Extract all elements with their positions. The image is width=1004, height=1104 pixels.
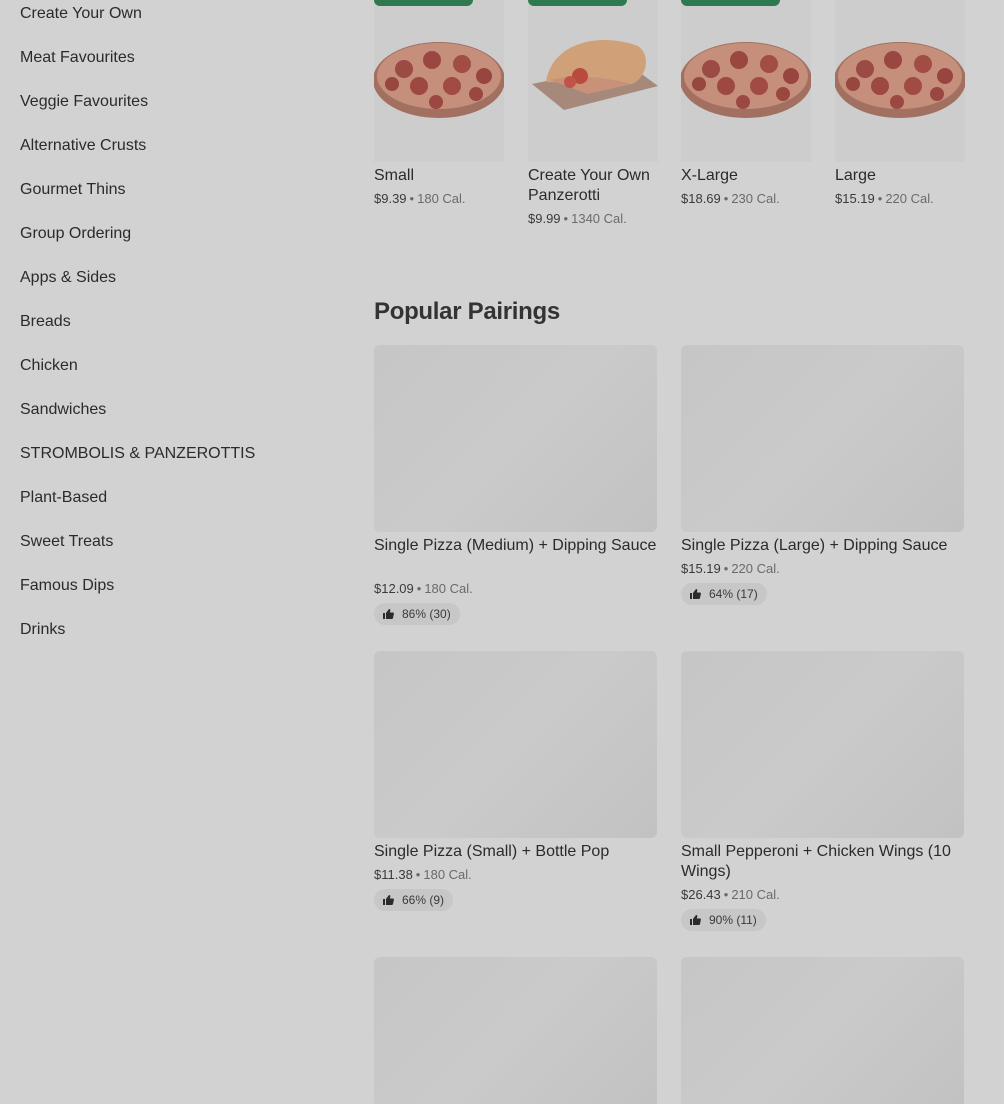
rating-text: 86% (30) — [402, 607, 451, 621]
product-price: $9.99 — [528, 211, 561, 226]
pizza-image — [835, 42, 965, 118]
product-image — [835, 0, 965, 162]
product-image — [528, 0, 658, 162]
pairing-image[interactable] — [681, 957, 964, 1104]
product-image — [374, 0, 504, 162]
pairing-image[interactable] — [374, 651, 657, 838]
meta-separator: • — [409, 191, 415, 206]
sidebar-item-strombolis-panzerottis[interactable]: STROMBOLIS & PANZEROTTIS — [20, 444, 255, 464]
thumbs-up-icon — [690, 589, 701, 599]
pairing-name[interactable]: Single Pizza (Large) + Dipping Sauce — [681, 536, 971, 556]
product-badge — [681, 0, 780, 6]
sidebar-item-sandwiches[interactable]: Sandwiches — [20, 400, 106, 420]
pairing-price: $15.19 — [681, 561, 721, 576]
sidebar-item-gourmet-thins[interactable]: Gourmet Thins — [20, 180, 126, 200]
sidebar-item-plant-based[interactable]: Plant-Based — [20, 488, 107, 508]
rating-badge: 86% (30) — [374, 603, 460, 625]
meta-separator: • — [723, 887, 729, 902]
pairing-name[interactable]: Single Pizza (Medium) + Dipping Sauce — [374, 536, 664, 556]
pairing-calories: 180 Cal. — [423, 867, 472, 882]
rating-badge: 66% (9) — [374, 889, 454, 911]
sidebar-item-chicken[interactable]: Chicken — [20, 356, 78, 376]
rating-badge: 64% (17) — [681, 583, 767, 605]
sidebar-item-meat-favourites[interactable]: Meat Favourites — [20, 48, 135, 68]
sidebar-item-breads[interactable]: Breads — [20, 312, 71, 332]
pairing-name[interactable]: Single Pizza (Small) + Bottle Pop — [374, 842, 664, 862]
pairing-meta: $11.38 • 180 Cal. — [374, 867, 472, 882]
pairing-calories: 180 Cal. — [424, 581, 473, 596]
product-image — [681, 0, 811, 162]
panzerotti-image — [532, 40, 658, 110]
product-meta: $15.19 • 220 Cal. — [835, 191, 934, 206]
product-name: Create Your Own Panzerotti — [528, 167, 650, 204]
sidebar-item-alternative-crusts[interactable]: Alternative Crusts — [20, 136, 146, 156]
pairing-image[interactable] — [374, 957, 657, 1104]
sidebar-item-group-ordering[interactable]: Group Ordering — [20, 224, 131, 244]
product-badge — [528, 0, 627, 6]
rating-text: 66% (9) — [402, 893, 445, 907]
rating-text: 64% (17) — [709, 587, 758, 601]
product-name: Small — [374, 167, 415, 184]
pairing-meta: $15.19 • 220 Cal. — [681, 561, 780, 576]
thumbs-up-icon — [383, 609, 394, 619]
pairing-calories: 220 Cal. — [731, 561, 780, 576]
pizza-image — [681, 42, 811, 118]
pizza-image — [374, 42, 504, 118]
thumbs-up-icon — [690, 915, 701, 925]
sidebar-item-sweet-treats[interactable]: Sweet Treats — [20, 532, 113, 552]
pairing-image[interactable] — [681, 651, 964, 838]
pairing-image[interactable] — [681, 345, 964, 532]
product-meta: $9.99 • 1340 Cal. — [528, 211, 627, 226]
product-calories: 230 Cal. — [731, 191, 780, 206]
pairing-price: $11.38 — [374, 867, 413, 882]
product-meta: $9.39 • 180 Cal. — [374, 191, 466, 206]
sidebar-item-drinks[interactable]: Drinks — [20, 620, 65, 640]
product-price: $9.39 — [374, 191, 407, 206]
sidebar-item-apps-sides[interactable]: Apps & Sides — [20, 268, 116, 288]
product-name: X-Large — [681, 167, 738, 184]
sidebar-item-famous-dips[interactable]: Famous Dips — [20, 576, 114, 596]
pairing-price: $26.43 — [681, 887, 721, 902]
sidebar-item-create-your-own[interactable]: Create Your Own — [20, 4, 142, 24]
product-calories: 180 Cal. — [417, 191, 466, 206]
meta-separator: • — [723, 561, 729, 576]
rating-badge: 90% (11) — [681, 909, 766, 931]
pairing-meta: $26.43 • 210 Cal. — [681, 887, 780, 902]
popular-pairings-title: Popular Pairings — [374, 298, 560, 325]
pairing-meta: $12.09 • 180 Cal. — [374, 581, 473, 596]
product-name: Large — [835, 167, 876, 184]
pairing-name[interactable]: Small Pepperoni + Chicken Wings (10 Wing… — [681, 842, 971, 882]
product-price: $18.69 — [681, 191, 721, 206]
meta-separator: • — [415, 867, 421, 882]
meta-separator: • — [877, 191, 883, 206]
product-meta: $18.69 • 230 Cal. — [681, 191, 780, 206]
sidebar-item-veggie-favourites[interactable]: Veggie Favourites — [20, 92, 148, 112]
product-calories: 1340 Cal. — [571, 211, 627, 226]
meta-separator: • — [563, 211, 569, 226]
rating-text: 90% (11) — [709, 913, 757, 927]
pairing-calories: 210 Cal. — [731, 887, 780, 902]
product-calories: 220 Cal. — [885, 191, 934, 206]
thumbs-up-icon — [383, 895, 394, 905]
meta-separator: • — [416, 581, 422, 596]
meta-separator: • — [723, 191, 729, 206]
product-badge — [374, 0, 473, 6]
pairing-image[interactable] — [374, 345, 657, 532]
product-price: $15.19 — [835, 191, 875, 206]
pairing-price: $12.09 — [374, 581, 414, 596]
